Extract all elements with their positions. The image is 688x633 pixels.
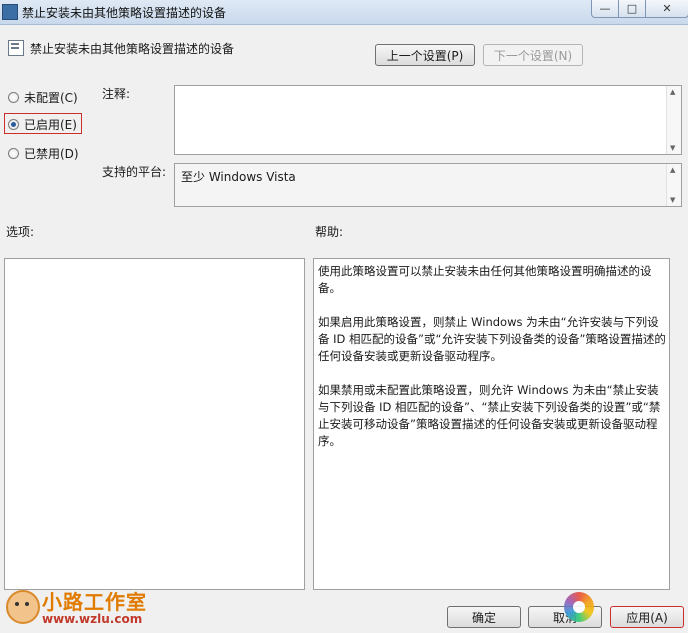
help-text: 使用此策略设置可以禁止安装未由任何其他策略设置明确描述的设备。 如果启用此策略设… [318, 263, 666, 467]
help-pane: 使用此策略设置可以禁止安装未由任何其他策略设置明确描述的设备。 如果启用此策略设… [313, 258, 670, 590]
next-setting-button[interactable]: 下一个设置(N) [483, 44, 583, 66]
window-title: 禁止安装未由其他策略设置描述的设备 [22, 6, 227, 20]
radio-label: 未配置(C) [24, 91, 78, 105]
setting-title: 禁止安装未由其他策略设置描述的设备 [30, 42, 235, 56]
policy-setting-icon [8, 40, 24, 56]
scroll-down-icon[interactable]: ▼ [670, 144, 675, 152]
radio-label: 已启用(E) [24, 118, 77, 132]
radio-not-configured[interactable]: 未配置(C) [8, 89, 78, 106]
supported-on-value: 至少 Windows Vista [181, 170, 296, 184]
logo-text: 小路工作室 [42, 590, 147, 614]
supported-on-field: 至少 Windows Vista ▲ ▼ [174, 163, 682, 207]
minimize-button[interactable]: — [591, 0, 619, 18]
radio-disabled[interactable]: 已禁用(D) [8, 145, 79, 162]
maximize-button[interactable]: □ [618, 0, 646, 18]
radio-enabled[interactable]: 已启用(E) [8, 116, 77, 133]
help-paragraph: 如果启用此策略设置，则禁止 Windows 为未由“允许安装与下列设备 ID 相… [318, 315, 666, 363]
help-paragraph: 如果禁用或未配置此策略设置，则允许 Windows 为未由“禁止安装与下列设备 … [318, 383, 661, 448]
title-bar: 禁止安装未由其他策略设置描述的设备 — □ ✕ [0, 0, 688, 25]
scroll-up-icon[interactable]: ▲ [670, 88, 675, 96]
watermark-badge [556, 580, 626, 628]
watermark-logo: 小路工作室 www.wzlu.com [2, 584, 162, 632]
mascot-icon [6, 590, 40, 624]
help-paragraph: 使用此策略设置可以禁止安装未由任何其他策略设置明确描述的设备。 [318, 264, 652, 295]
ok-button[interactable]: 确定 [447, 606, 521, 628]
comment-scrollbar[interactable]: ▲ ▼ [666, 86, 681, 154]
close-button[interactable]: ✕ [645, 0, 688, 18]
radio-circle[interactable] [8, 119, 19, 130]
options-label: 选项: [6, 225, 35, 239]
app-icon [2, 4, 18, 20]
help-label: 帮助: [315, 225, 344, 239]
logo-url: www.wzlu.com [42, 612, 143, 626]
radio-circle[interactable] [8, 148, 19, 159]
scroll-down-icon[interactable]: ▼ [670, 196, 675, 204]
radio-label: 已禁用(D) [24, 147, 79, 161]
comment-textarea[interactable]: ▲ ▼ [174, 85, 682, 155]
supported-on-label: 支持的平台: [102, 165, 167, 179]
scroll-up-icon[interactable]: ▲ [670, 166, 675, 174]
radio-circle[interactable] [8, 92, 19, 103]
comment-label: 注释: [102, 87, 131, 101]
supported-on-scrollbar[interactable]: ▲ ▼ [666, 164, 681, 206]
rainbow-logo-icon [564, 592, 594, 622]
options-pane [4, 258, 305, 590]
previous-setting-button[interactable]: 上一个设置(P) [375, 44, 475, 66]
